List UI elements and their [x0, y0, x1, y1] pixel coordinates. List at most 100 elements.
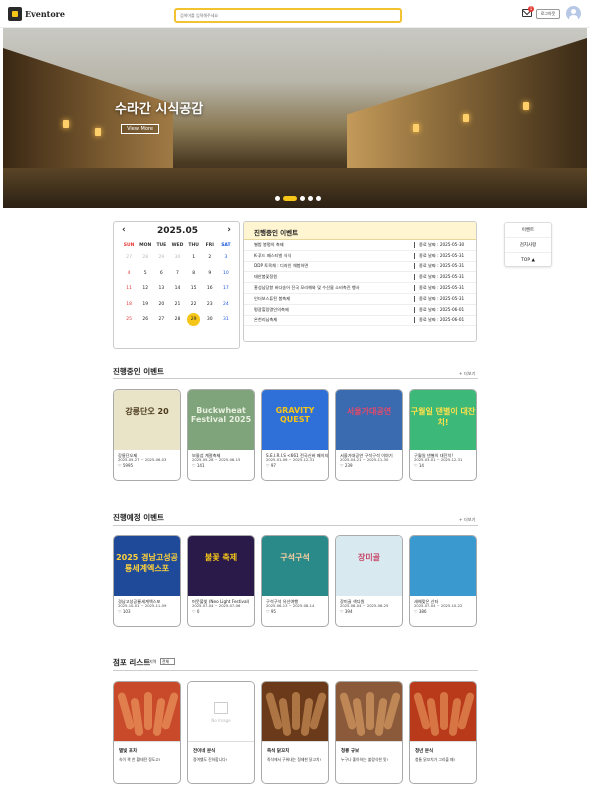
list-item[interactable]: 온천리님축제 종료 날짜 : 2025-06-01 [244, 316, 476, 327]
search-input[interactable] [174, 8, 402, 23]
event-poster[interactable]: 2025 경남고성공룡세계엑스포 [114, 536, 180, 596]
calendar-day[interactable]: 18 [121, 297, 137, 313]
event-card[interactable]: 구월일 댄별이 대잔치! 구월일 댄별이 대잔치! 2025-03-01 ~ 202… [409, 389, 477, 481]
calendar-day[interactable]: 5 [137, 266, 153, 282]
like-count[interactable]: ♡ 386 [410, 609, 476, 614]
calendar-day[interactable]: 11 [121, 281, 137, 297]
list-item[interactable]: DDP 토쿡체 : 디자인 체험하면 종료 날짜 : 2025-05-31 [244, 262, 476, 273]
calendar-day[interactable]: 30 [202, 312, 218, 328]
like-count[interactable]: ♡ 97 [262, 463, 328, 468]
calendar-day[interactable]: 22 [186, 297, 202, 313]
event-poster[interactable] [410, 536, 476, 596]
list-item[interactable]: 별밤 봉평의 축제 종료 날짜 : 2025-05-30 [244, 240, 476, 251]
event-card[interactable]: 불꽃 축제 머뭇불빛 (Neo Light Festival) 2025-07-04… [187, 535, 255, 627]
event-poster[interactable]: Buckwheat Festival 2025 [188, 390, 254, 450]
like-count[interactable]: ♡ 394 [336, 609, 402, 614]
calendar-day[interactable]: 29 [153, 250, 169, 266]
calendar-day[interactable]: 12 [137, 281, 153, 297]
calendar-day[interactable]: 27 [153, 312, 169, 328]
calendar-day[interactable]: 27 [121, 250, 137, 266]
calendar-day[interactable]: 9 [202, 266, 218, 282]
like-count[interactable]: ♡ 103 [114, 609, 180, 614]
ongoing-more-link[interactable]: + 더보기 [459, 371, 475, 377]
region-select[interactable]: 전체 [160, 658, 175, 665]
hero-banner[interactable]: 수라간 시식공감 View More [3, 28, 587, 208]
calendar-day[interactable]: 17 [218, 281, 234, 297]
list-item[interactable]: 태안봄꽃정원 종료 날짜 : 2025-05-31 [244, 272, 476, 284]
calendar-day[interactable]: 10 [218, 266, 234, 282]
calendar-day[interactable]: 19 [137, 297, 153, 313]
carousel-dot[interactable] [308, 196, 313, 201]
calendar-day[interactable]: 25 [121, 312, 137, 328]
upcoming-more-link[interactable]: + 더보기 [459, 517, 475, 523]
calendar-day[interactable]: 30 [169, 250, 185, 266]
calendar-day[interactable]: 13 [153, 281, 169, 297]
like-count[interactable]: ♡ 5995 [114, 463, 180, 468]
calendar-day[interactable]: 8 [186, 266, 202, 282]
store-card[interactable]: 별빛 포차 속이 꽉 찬 황태전 정도고! [113, 681, 181, 784]
list-item[interactable]: 홍성남당항 바다송어 진국 모리해와 및 수산물 소비촉진 행사 종료 날짜 : … [244, 283, 476, 294]
poster-text: 서울가대공연 [346, 407, 392, 416]
list-item[interactable]: 평광힐링명인의축제 종료 날짜 : 2025-06-01 [244, 305, 476, 316]
calendar-day[interactable]: 28 [169, 312, 185, 328]
side-menu-events[interactable]: 이벤트 [505, 223, 551, 238]
calendar-day[interactable]: 21 [169, 297, 185, 313]
event-poster[interactable]: 불꽃 축제 [188, 536, 254, 596]
side-menu-top[interactable]: TOP ▲ [505, 253, 551, 268]
calendar-day[interactable]: 23 [202, 297, 218, 313]
event-card[interactable]: 장미골 장미골 색다원 2025-06-04 ~ 2025-06-25 ♡ 394 [335, 535, 403, 627]
event-poster[interactable]: 강릉단오 20 [114, 390, 180, 450]
event-poster[interactable]: GRAVITY QUEST [262, 390, 328, 450]
list-item[interactable]: K-푸드 페스티벌 식식 종료 날짜 : 2025-05-31 [244, 251, 476, 262]
calendar-day[interactable]: 24 [218, 297, 234, 313]
calendar-day[interactable]: 31 [218, 312, 234, 328]
like-count[interactable]: ♡ 95 [262, 609, 328, 614]
list-item[interactable]: 인더보스튜된 봄축제 종료 날짜 : 2025-05-31 [244, 294, 476, 305]
event-poster[interactable]: 구월일 댄별이 대잔치! [410, 390, 476, 450]
event-card[interactable]: GRAVITY QUEST S.E.I.R.I.S <661 전국신바 페이지> 2… [261, 389, 329, 481]
carousel-dot[interactable] [300, 196, 305, 201]
calendar-day[interactable]: 20 [153, 297, 169, 313]
calendar-day-number: 28 [142, 255, 149, 260]
calendar-day[interactable]: 14 [169, 281, 185, 297]
event-card[interactable]: 2025 경남고성공룡세계엑스포 경남고성공룡세계엑스포 2025-10-01 ~ … [113, 535, 181, 627]
calendar-title: 2025.05 [157, 226, 198, 236]
side-menu-notices[interactable]: 검지사항 [505, 238, 551, 253]
store-card[interactable]: 죽석 닭꼬치 죽석에서 구워내는 정제한 닭고치! [261, 681, 329, 784]
event-title: 구월일 댄별이 대잔치! [414, 453, 454, 458]
like-count[interactable]: ♡ 0 [188, 609, 254, 614]
event-card[interactable]: 서울가대공연 서울가대공연 구석구석 이야기 2025-04-21 ~ 2025-1… [335, 389, 403, 481]
like-count[interactable]: ♡ 14 [410, 463, 476, 468]
calendar-day[interactable]: 28 [137, 250, 153, 266]
calendar-day[interactable]: 26 [137, 312, 153, 328]
event-poster[interactable]: 장미골 [336, 536, 402, 596]
store-card[interactable]: No Image 전이네 분식 정여했도 진하합니다! [187, 681, 255, 784]
calendar-day[interactable]: 3 [218, 250, 234, 266]
event-card[interactable]: 새해맞은 산타 2025-07-04 ~ 2025-10-22 ♡ 386 [409, 535, 477, 627]
view-more-button[interactable]: View More [121, 124, 159, 134]
calendar-day[interactable]: 7 [169, 266, 185, 282]
calendar-day[interactable]: 1 [186, 250, 202, 266]
carousel-dot[interactable] [275, 196, 280, 201]
calendar-day[interactable]: 16 [202, 281, 218, 297]
event-card[interactable]: 구석구석 구석구석 유산여행 2025-06-13 ~ 2025-08-14 ♡ 95 [261, 535, 329, 627]
event-card[interactable]: Buckwheat Festival 2025 보물섬 계절축제 2025-05-2… [187, 389, 255, 481]
calendar-day[interactable]: 15 [186, 281, 202, 297]
event-card[interactable]: 강릉단오 20 강릉단오제 2025-05-27 ~ 2025-06-03 ♡ 599… [113, 389, 181, 481]
store-card[interactable]: 청룡 규보 누구나 좋아하는 불량식한 맛! [335, 681, 403, 784]
like-count[interactable]: ♡ 141 [188, 463, 254, 468]
calendar-day[interactable]: 4 [121, 266, 137, 282]
like-count[interactable]: ♡ 239 [336, 463, 402, 468]
calendar-day[interactable]: 2 [202, 250, 218, 266]
calendar-day-today[interactable]: 29 [186, 312, 202, 328]
logout-button[interactable]: 로그아웃 [536, 9, 560, 19]
chevron-right-icon[interactable]: › [227, 225, 231, 235]
logo[interactable]: Eventore [8, 7, 65, 21]
store-card[interactable]: 청년 분식 청통 닭꼬치가 그리울 때! [409, 681, 477, 784]
event-poster[interactable]: 서울가대공연 [336, 390, 402, 450]
event-poster[interactable]: 구석구석 [262, 536, 328, 596]
avatar[interactable] [566, 6, 581, 21]
calendar-day[interactable]: 6 [153, 266, 169, 282]
carousel-dot[interactable] [316, 196, 321, 201]
carousel-dot-active[interactable] [283, 196, 297, 201]
